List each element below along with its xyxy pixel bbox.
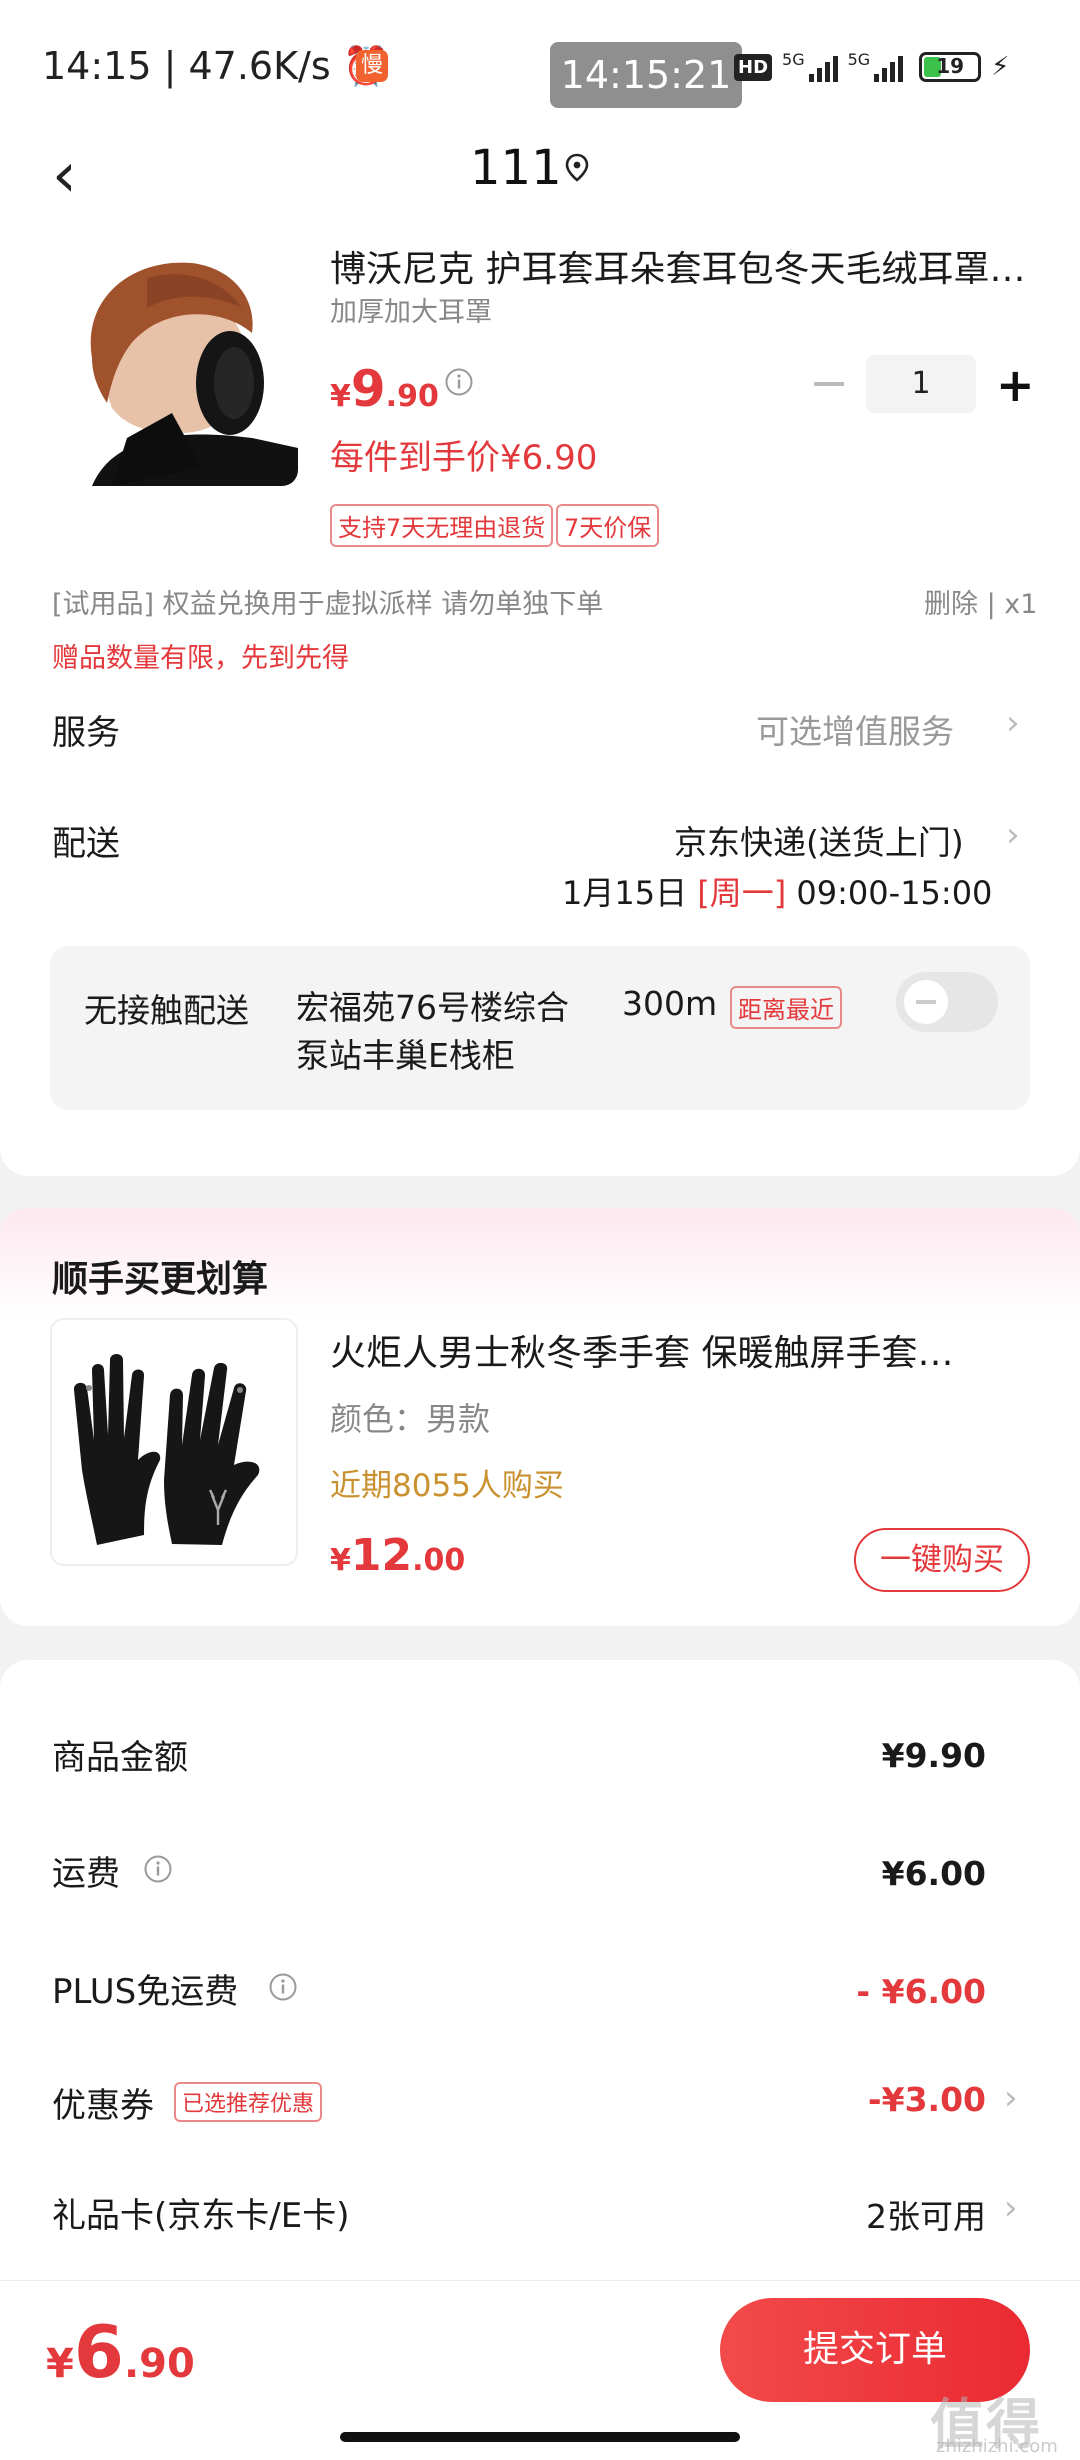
status-left: 14:15 | 47.6K/s ⏰ <box>42 44 390 89</box>
hd-voice-icon: HD <box>734 53 773 81</box>
total-integer: 6 <box>73 2310 124 2394</box>
chevron-right-icon[interactable]: › <box>1006 703 1020 743</box>
battery-icon: 19 <box>919 52 982 82</box>
gift-item-line: [试用品] 权益兑换用于虚拟派样 请勿单独下单 <box>52 589 604 620</box>
chevron-right-icon[interactable]: › <box>1004 2078 1018 2118</box>
delivery-date: 1月15日 <box>562 874 688 912</box>
quantity-input[interactable]: 1 <box>866 355 976 413</box>
delivery-method[interactable]: 京东快递(送货上门) <box>674 816 964 864</box>
home-indicator[interactable] <box>340 2432 740 2442</box>
return-policy-tag: 支持7天无理由退货 <box>330 504 554 547</box>
toggle-minus-icon <box>916 1000 936 1004</box>
upsell-price-symbol: ¥ <box>330 1543 351 1578</box>
app-notification-icon: 慢 <box>356 50 388 82</box>
upsell-price: ¥12.00 <box>330 1530 465 1581</box>
delivery-time[interactable]: 1月15日 [周一] 09:00-15:00 <box>562 868 992 914</box>
product-title[interactable]: 博沃尼克 护耳套耳朵套耳包冬天毛绒耳罩… <box>330 240 1030 292</box>
price-protect-tag: 7天价保 <box>556 504 660 547</box>
network-type-2: 5G <box>847 50 871 69</box>
shipping-label: 运费 <box>52 1854 120 1894</box>
goods-amount-value: ¥9.90 <box>881 1736 986 1775</box>
price-decimal: .90 <box>385 379 439 414</box>
info-icon[interactable] <box>143 1854 173 1884</box>
status-divider: | <box>163 44 189 88</box>
coupon-label: 优惠券 <box>52 2086 154 2126</box>
service-label: 服务 <box>52 713 120 753</box>
shipping-value: ¥6.00 <box>881 1854 986 1893</box>
back-button[interactable]: ‹ <box>52 140 112 210</box>
signal-icon <box>808 52 838 82</box>
goods-amount-label: 商品金额 <box>52 1738 188 1778</box>
gift-delete-button[interactable]: 删除 | x1 <box>924 582 1037 621</box>
location-pin-icon[interactable] <box>562 152 592 182</box>
one-click-buy-button[interactable]: 一键购买 <box>854 1528 1030 1592</box>
upsell-price-decimal: .00 <box>412 1543 466 1578</box>
screen-record-time: 14:15:21 <box>550 42 742 108</box>
status-clock: 14:15 <box>42 44 152 88</box>
coupon-recommend-tag: 已选推荐优惠 <box>174 2082 323 2122</box>
charging-icon: ⚡ <box>991 52 1010 82</box>
network-type-1: 5G <box>782 50 805 69</box>
total-price: ¥6.90 <box>46 2310 195 2394</box>
plus-free-shipping-value: - ¥6.00 <box>856 1972 986 2011</box>
upsell-product-title[interactable]: 火炬人男士秋冬季手套 保暖触屏手套… <box>330 1324 1030 1376</box>
gift-warning: 赠品数量有限，先到先得 <box>52 643 349 674</box>
plus-free-shipping-label: PLUS免运费 <box>52 1972 239 2012</box>
product-spec: 加厚加大耳罩 <box>330 297 492 328</box>
upsell-price-integer: 12 <box>350 1530 413 1581</box>
total-symbol: ¥ <box>46 2341 74 2387</box>
quantity-decrease-button[interactable] <box>814 382 844 386</box>
chevron-right-icon[interactable]: › <box>1004 2188 1018 2228</box>
quantity-increase-button[interactable]: + <box>996 362 1035 408</box>
battery-level: 19 <box>936 54 965 78</box>
watermark-url: zhizhizhi.com <box>936 2436 1058 2457</box>
address-title[interactable]: 111 <box>470 140 562 196</box>
deal-price: 每件到手价¥6.90 <box>330 438 598 478</box>
product-price: ¥9.90 <box>330 360 439 418</box>
upsell-buyers-count: 近期8055人购买 <box>330 1468 564 1504</box>
info-icon[interactable] <box>268 1972 298 2002</box>
info-icon[interactable] <box>444 367 474 397</box>
price-integer: 9 <box>350 360 386 418</box>
price-symbol: ¥ <box>330 379 351 414</box>
upsell-product-color: 颜色：男款 <box>330 1400 491 1438</box>
delivery-weekday: [周一] <box>697 874 787 912</box>
product-image[interactable] <box>52 238 298 486</box>
delivery-label: 配送 <box>52 824 120 864</box>
locker-address: 宏福苑76号楼综合泵站丰巢E栈柜 <box>296 988 569 1075</box>
delivery-window: 09:00-15:00 <box>796 874 993 912</box>
nearest-tag: 距离最近 <box>730 986 842 1029</box>
signal-icon-2 <box>874 52 904 82</box>
coupon-value[interactable]: -¥3.00 <box>868 2080 986 2119</box>
locker-distance: 300m <box>622 984 718 1023</box>
upsell-section-title: 顺手买更划算 <box>52 1259 269 1300</box>
status-speed: 47.6K/s <box>188 44 331 88</box>
service-select[interactable]: 可选增值服务 <box>756 705 954 753</box>
status-right: HD 5G 5G 19 ⚡ <box>734 50 1009 84</box>
total-decimal: .90 <box>123 2341 195 2387</box>
gift-card-value[interactable]: 2张可用 <box>866 2190 986 2238</box>
gift-card-label: 礼品卡(京东卡/E卡) <box>52 2196 350 2236</box>
chevron-right-icon[interactable]: › <box>1006 815 1020 855</box>
upsell-product-image[interactable] <box>50 1318 298 1566</box>
contactless-label: 无接触配送 <box>84 991 249 1030</box>
